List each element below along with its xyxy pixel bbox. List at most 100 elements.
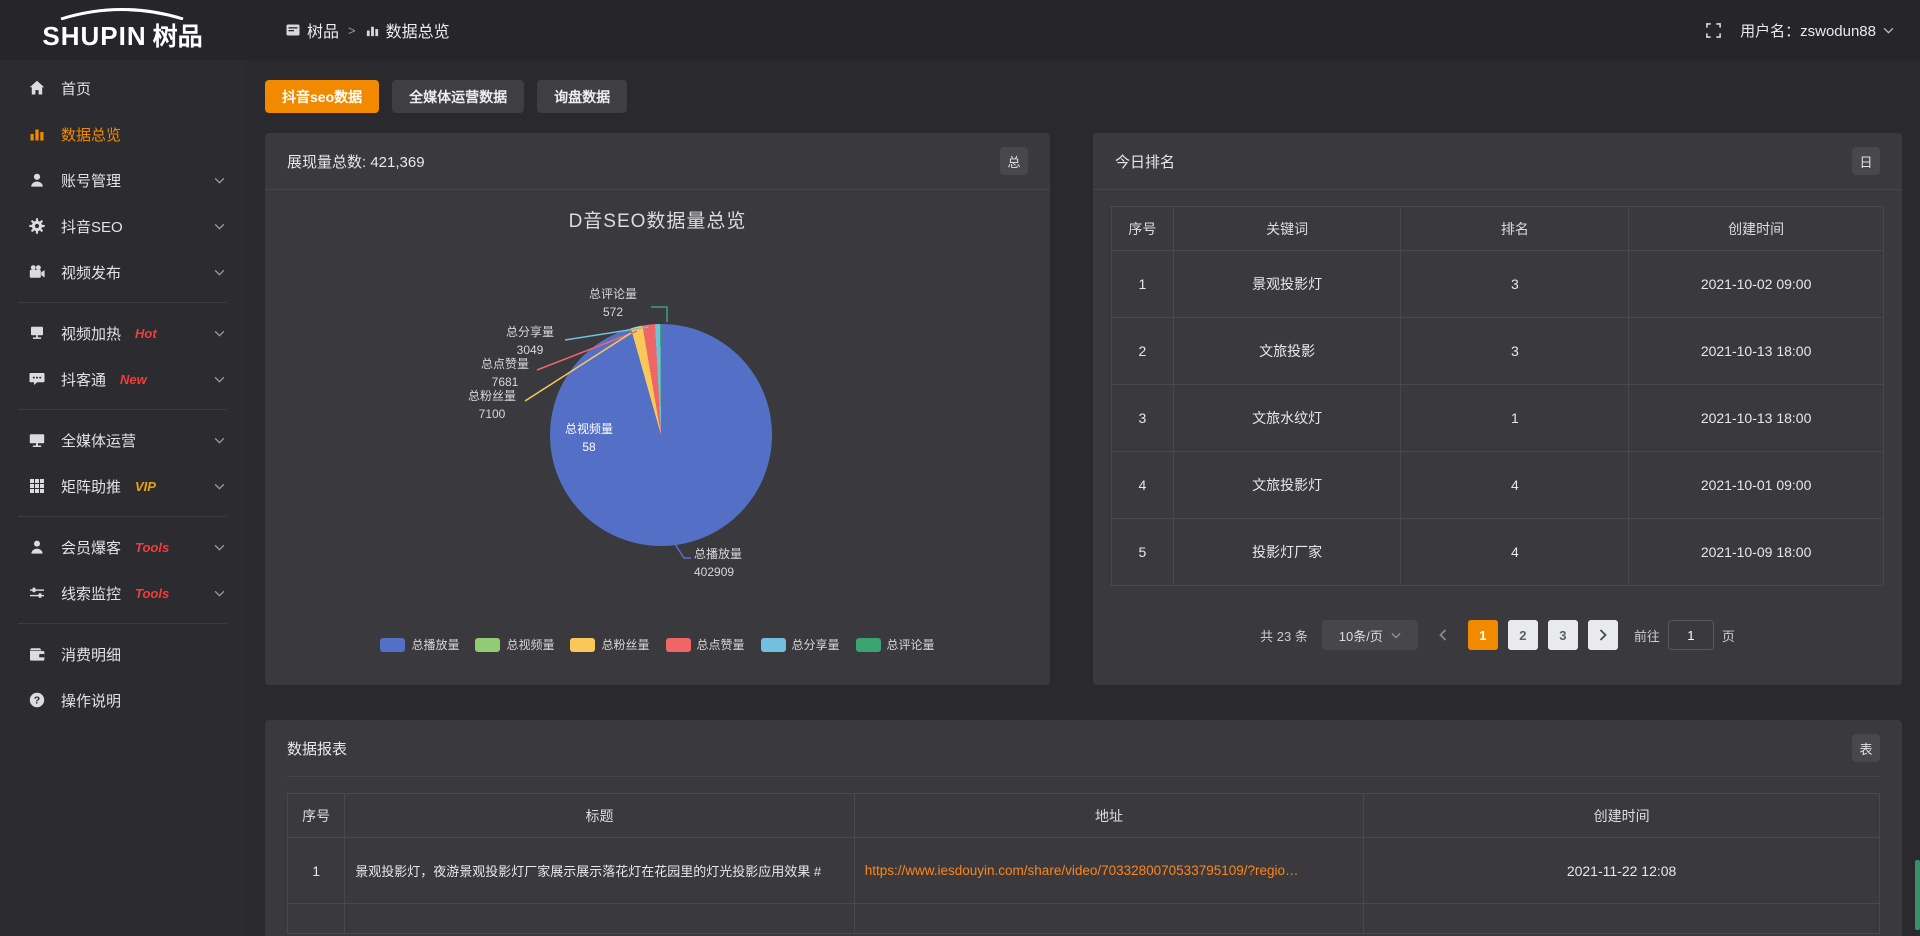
page-button-2[interactable]: 2 — [1508, 620, 1538, 650]
breadcrumb-app-label: 树品 — [307, 18, 339, 42]
chevron-down-icon — [214, 376, 225, 383]
tab-inquiry-data[interactable]: 询盘数据 — [537, 80, 627, 113]
sidebar-item-account[interactable]: 账号管理 — [0, 157, 245, 203]
sidebar-item-label: 视频发布 — [61, 262, 121, 283]
sidebar-item-douyin-seo[interactable]: 抖音SEO — [0, 203, 245, 249]
legend-chip-icon — [761, 638, 786, 652]
cell-index: 1 — [288, 838, 345, 904]
goto-label: 前往 — [1634, 626, 1660, 645]
sidebar-item-label: 视频加热 — [61, 323, 121, 344]
cell-title: 景观投影灯，夜游景观投影灯厂家展示展示落花灯在花园里的灯光投影应用效果 # — [345, 838, 854, 904]
col-created: 创建时间 — [1629, 207, 1884, 251]
pagination-total: 共 23 条 — [1260, 626, 1308, 645]
sidebar: 首页 数据总览 账号管理 — [0, 60, 245, 936]
scrollbar-thumb[interactable] — [1915, 860, 1920, 930]
cell-created: 2021-10-13 18:00 — [1629, 385, 1884, 452]
logo-zone: SHUPIN 树品 — [0, 0, 245, 60]
sidebar-divider — [18, 516, 227, 517]
sidebar-item-doukertong[interactable]: 抖客通 New — [0, 356, 245, 402]
sidebar-item-help[interactable]: ? 操作说明 — [0, 677, 245, 723]
table-header-row: 序号 关键词 排名 创建时间 — [1112, 207, 1884, 251]
page-button-3[interactable]: 3 — [1548, 620, 1578, 650]
person-icon — [28, 538, 46, 556]
cell-index: 3 — [1112, 385, 1174, 452]
overview-badge-button[interactable]: 总 — [1000, 147, 1028, 175]
brand-name-cn: 树品 — [153, 17, 203, 53]
pie-label-plays: 总播放量402909 — [694, 545, 778, 581]
overview-total-label: 展现量总数: 421,369 — [287, 151, 425, 172]
chevron-down-icon — [214, 544, 225, 551]
legend-item[interactable]: 总评论量 — [856, 636, 935, 653]
legend-chip-icon — [570, 638, 595, 652]
col-keyword: 关键词 — [1173, 207, 1401, 251]
video-link[interactable]: https://www.iesdouyin.com/share/video/70… — [865, 863, 1299, 878]
brand-name-en: SHUPIN — [42, 21, 146, 52]
cell-keyword: 文旅投影灯 — [1173, 452, 1401, 519]
breadcrumb: 树品 > 数据总览 — [245, 18, 450, 42]
grid-icon — [28, 477, 46, 495]
cell-keyword: 投影灯厂家 — [1173, 519, 1401, 586]
page-size-select[interactable]: 10条/页 — [1322, 620, 1418, 650]
sidebar-item-label: 线索监控 — [61, 583, 121, 604]
legend-label: 总点赞量 — [697, 636, 745, 653]
question-circle-icon: ? — [28, 691, 46, 709]
prev-page-button[interactable] — [1428, 620, 1458, 650]
cell-index: 1 — [1112, 251, 1174, 318]
gear-icon — [28, 217, 46, 235]
sidebar-item-matrix-boost[interactable]: 矩阵助推 VIP — [0, 463, 245, 509]
movie-camera-icon — [28, 263, 46, 281]
cell-keyword: 景观投影灯 — [1173, 251, 1401, 318]
sidebar-item-member-burst[interactable]: 会员爆客 Tools — [0, 524, 245, 570]
table-row: 5 投影灯厂家 4 2021-10-09 18:00 — [1112, 519, 1884, 586]
col-rank: 排名 — [1401, 207, 1629, 251]
user-menu[interactable]: 用户名：zswodun88 — [1740, 20, 1894, 41]
cell-index: 2 — [1112, 318, 1174, 385]
legend-item[interactable]: 总点赞量 — [666, 636, 745, 653]
sidebar-item-label: 全媒体运营 — [61, 430, 136, 451]
overview-panel: 展现量总数: 421,369 总 D音SEO数据量总览 总评论量572 总分 — [265, 133, 1050, 685]
user-icon — [28, 171, 46, 189]
sidebar-item-home[interactable]: 首页 — [0, 65, 245, 111]
legend-chip-icon — [666, 638, 691, 652]
legend-item[interactable]: 总视频量 — [475, 636, 554, 653]
breadcrumb-page[interactable]: 数据总览 — [365, 18, 450, 42]
chart-legend: 总播放量总视频量总粉丝量 总点赞量总分享量总评论量 — [285, 636, 1030, 653]
page-button-1[interactable]: 1 — [1468, 620, 1498, 650]
brand-logo[interactable]: SHUPIN 树品 — [42, 8, 202, 53]
sliders-icon — [28, 584, 46, 602]
sidebar-item-media-operation[interactable]: 全媒体运营 — [0, 417, 245, 463]
sidebar-item-data-overview[interactable]: 数据总览 — [0, 111, 245, 157]
sidebar-item-label: 账号管理 — [61, 170, 121, 191]
next-page-button[interactable] — [1588, 620, 1618, 650]
sidebar-item-lead-monitor[interactable]: 线索监控 Tools — [0, 570, 245, 616]
sidebar-item-label: 矩阵助推 — [61, 476, 121, 497]
cell-rank: 3 — [1401, 318, 1629, 385]
bar-chart-icon — [28, 125, 46, 143]
tab-media-operation-data[interactable]: 全媒体运营数据 — [392, 80, 524, 113]
main-content: 抖音seo数据 全媒体运营数据 询盘数据 展现量总数: 421,369 总 D音… — [245, 60, 1920, 936]
legend-item[interactable]: 总粉丝量 — [570, 636, 649, 653]
table-header-row: 序号 标题 地址 创建时间 — [288, 794, 1880, 838]
legend-item[interactable]: 总分享量 — [761, 636, 840, 653]
ranking-badge-button[interactable]: 日 — [1852, 147, 1880, 175]
hot-badge: Hot — [135, 326, 157, 341]
report-badge-button[interactable]: 表 — [1852, 734, 1880, 762]
legend-item[interactable]: 总播放量 — [380, 636, 459, 653]
breadcrumb-page-label: 数据总览 — [386, 18, 450, 42]
pie-label-fans: 总粉丝量7100 — [461, 387, 523, 423]
sidebar-item-video-heat[interactable]: 视频加热 Hot — [0, 310, 245, 356]
breadcrumb-app[interactable]: 树品 — [285, 18, 339, 42]
report-title: 数据报表 — [287, 738, 347, 759]
sidebar-item-video-publish[interactable]: 视频发布 — [0, 249, 245, 295]
sidebar-item-label: 数据总览 — [61, 124, 121, 145]
bar-chart-icon — [365, 23, 380, 38]
sidebar-item-spend-detail[interactable]: 消费明细 — [0, 631, 245, 677]
fullscreen-button[interactable] — [1705, 22, 1722, 39]
cell-created: 2021-10-02 09:00 — [1629, 251, 1884, 318]
tab-douyin-seo-data[interactable]: 抖音seo数据 — [265, 80, 379, 113]
sidebar-divider — [18, 302, 227, 303]
pie-label-comments: 总评论量572 — [577, 285, 649, 321]
goto-page-input[interactable] — [1668, 620, 1714, 650]
sidebar-divider — [18, 409, 227, 410]
cell-rank: 4 — [1401, 519, 1629, 586]
